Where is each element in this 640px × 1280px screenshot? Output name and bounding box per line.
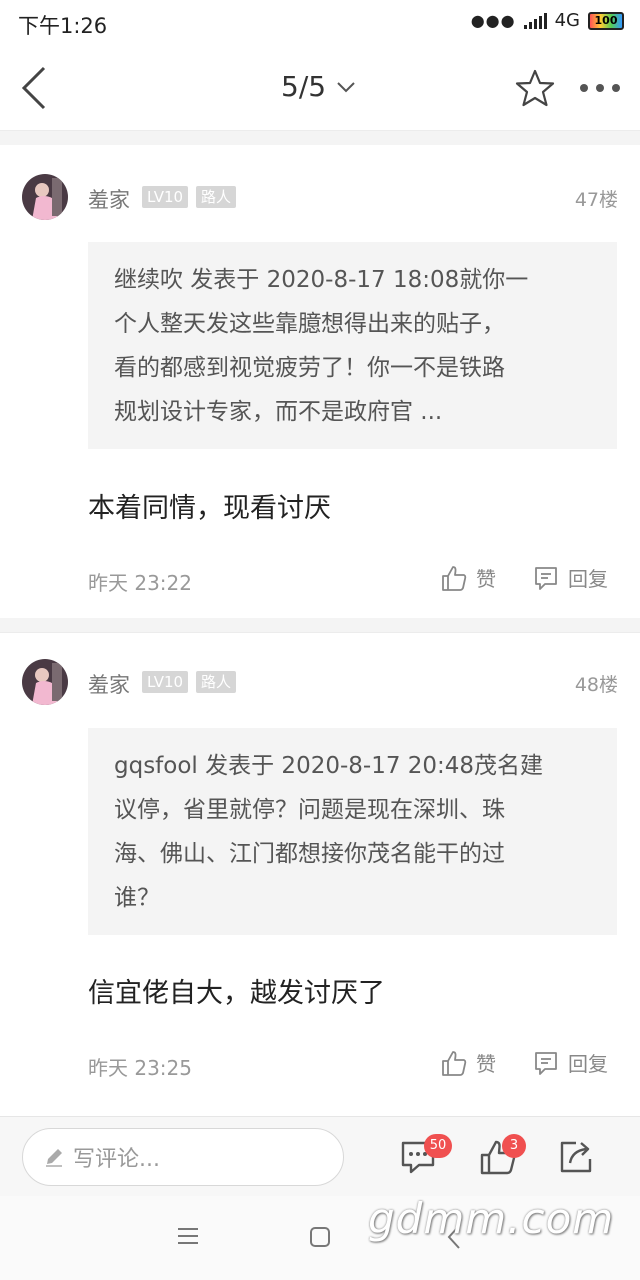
favorite-star-icon[interactable] — [515, 68, 555, 108]
comment-count-badge: 50 — [424, 1134, 452, 1158]
reply-label: 回复 — [568, 1052, 608, 1076]
battery-icon: 100 — [588, 11, 624, 30]
comment-icon — [535, 566, 557, 590]
comment-input[interactable]: 写评论... — [22, 1128, 344, 1186]
thumbs-up-icon — [442, 1050, 467, 1076]
more-icon[interactable] — [578, 82, 622, 94]
share-icon[interactable] — [556, 1137, 596, 1177]
page-indicator-text: 5/5 — [281, 70, 327, 103]
notification-dots-icon: ●●● — [470, 11, 516, 30]
quote-line: 议停，省里就停？问题是现在深圳、珠 — [114, 797, 505, 823]
chevron-down-icon — [337, 81, 355, 92]
home-icon[interactable] — [309, 1226, 331, 1248]
floor-number: 47楼 — [574, 189, 618, 211]
quote-block[interactable]: gqsfool 发表于 2020-8-17 20:48茂名建 议停，省里就停？问… — [88, 728, 617, 935]
floor-number: 48楼 — [574, 674, 618, 696]
user-title-badge: 路人 — [196, 671, 237, 693]
comment-placeholder: 写评论... — [73, 1147, 160, 1172]
top-navbar: 5/5 — [0, 46, 640, 131]
quote-line: 继续吹 发表于 2020-8-17 18:08就你一 — [114, 267, 529, 293]
like-button[interactable]: 赞 — [440, 1048, 496, 1077]
status-time: 下午1:26 — [18, 14, 108, 38]
quote-line: 个人整天发这些靠臆想得出来的贴子， — [114, 311, 505, 337]
quote-line: 规划设计专家，而不是政府官 ... — [114, 399, 443, 425]
status-bar: 下午1:26 ●●● 4G 100 — [0, 0, 640, 46]
post-content: 本着同情，现看讨厌 — [88, 493, 331, 524]
level-badge: LV10 — [142, 186, 189, 208]
menu-icon[interactable] — [177, 1226, 199, 1246]
post-time: 昨天 23:22 — [88, 571, 192, 595]
reply-label: 回复 — [568, 567, 608, 591]
page-selector[interactable]: 5/5 — [281, 70, 356, 103]
post-content: 信宜佬自大，越发讨厌了 — [88, 978, 385, 1009]
avatar[interactable] — [22, 659, 68, 705]
quote-block[interactable]: 继续吹 发表于 2020-8-17 18:08就你一 个人整天发这些靠臆想得出来… — [88, 242, 617, 449]
watermark: gdmm.com — [368, 1194, 615, 1243]
pencil-icon — [46, 1149, 62, 1167]
comment-icon — [535, 1051, 557, 1075]
post-time: 昨天 23:25 — [88, 1056, 192, 1080]
network-type: 4G — [554, 10, 580, 31]
username[interactable]: 羞家 — [88, 184, 130, 214]
battery-level: 100 — [594, 14, 618, 27]
like-label: 赞 — [476, 1052, 496, 1076]
like-count-badge: 3 — [502, 1134, 526, 1158]
reply-button[interactable]: 回复 — [532, 563, 608, 592]
divider — [0, 131, 640, 145]
bottom-action-bar: 写评论... 50 3 — [0, 1116, 640, 1197]
reply-button[interactable]: 回复 — [532, 1048, 608, 1077]
quote-line: gqsfool 发表于 2020-8-17 20:48茂名建 — [114, 753, 544, 779]
avatar[interactable] — [22, 174, 68, 220]
divider — [0, 618, 640, 633]
level-badge: LV10 — [142, 671, 189, 693]
like-label: 赞 — [476, 567, 496, 591]
quote-line: 谁？ — [114, 885, 160, 911]
signal-icon — [523, 12, 547, 29]
back-icon[interactable] — [20, 66, 50, 110]
quote-line: 海、佛山、江门都想接你茂名能干的过 — [114, 841, 505, 867]
like-button[interactable]: 赞 — [440, 563, 496, 592]
username[interactable]: 羞家 — [88, 669, 130, 699]
thumbs-up-icon — [442, 565, 467, 591]
quote-line: 看的都感到视觉疲劳了！你一不是铁路 — [114, 355, 505, 381]
user-title-badge: 路人 — [196, 186, 237, 208]
